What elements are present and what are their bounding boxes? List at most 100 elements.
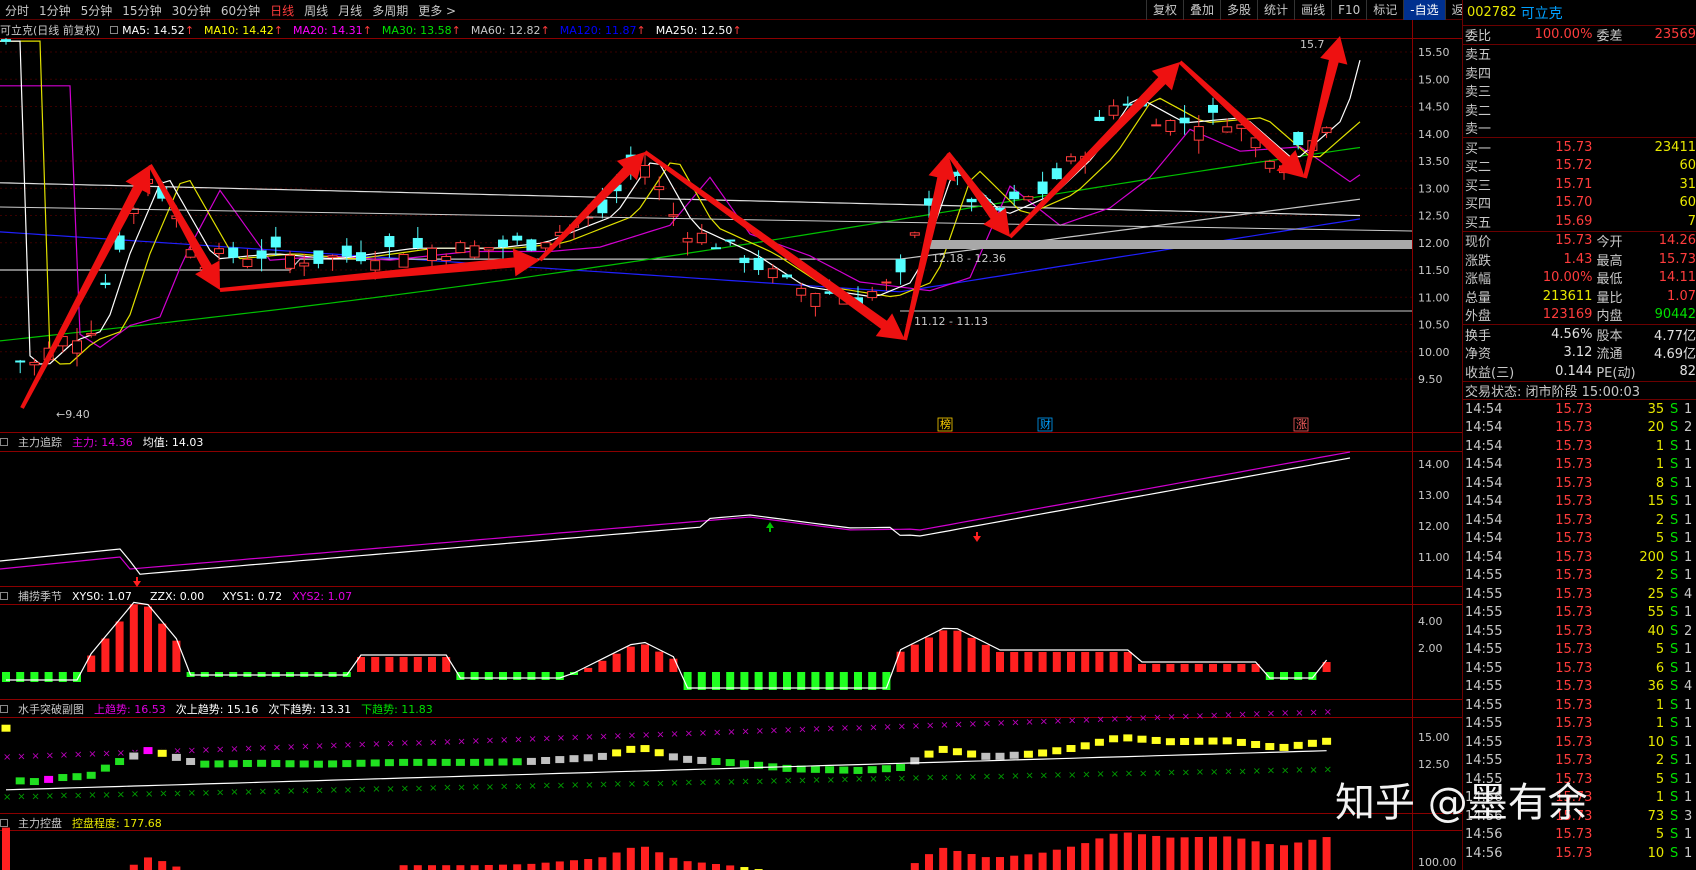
- xys-bar: [513, 672, 522, 680]
- trend-box: [241, 758, 253, 768]
- candle-body: [256, 250, 267, 259]
- control-bar: [612, 852, 621, 870]
- main-axis-label-2: 14.50: [1418, 101, 1450, 114]
- trade-status-text: 交易状态: 闭市阶段 15:00:03: [1465, 384, 1641, 400]
- lower-trend-mark: ×: [1295, 765, 1303, 776]
- trend-arrow: [538, 152, 645, 262]
- trend-box: [895, 763, 907, 773]
- control-bar: [626, 847, 635, 870]
- upper-trend-mark: ×: [1309, 707, 1317, 718]
- main-axis-label-6: 12.50: [1418, 210, 1450, 223]
- xys-bar: [811, 672, 820, 690]
- trend-box: [327, 759, 339, 769]
- tick-row: 14:54 15.73 15 S 1: [1465, 494, 1693, 510]
- panel5-axis-label-0: 100.00: [1418, 856, 1457, 869]
- candle-body: [739, 257, 750, 264]
- upper-trend-mark: ×: [1025, 717, 1033, 728]
- bid-level-0: 买一 15.73 23411: [1465, 139, 1696, 157]
- trend-box: [469, 757, 481, 767]
- main-axis-label-10: 10.50: [1418, 319, 1450, 332]
- control-bar: [158, 861, 167, 870]
- lower-trend-mark: ×: [756, 776, 764, 787]
- panel2-axis-label-1: 13.00: [1418, 489, 1450, 502]
- tick-row: 14:55 15.73 2 S 1: [1465, 753, 1693, 769]
- candle-body: [1, 39, 11, 42]
- upper-trend-mark: ×: [855, 723, 863, 734]
- low-price-label: ←9.40: [56, 408, 90, 421]
- upper-trend-mark: ×: [500, 735, 508, 746]
- candle-body: [384, 236, 395, 248]
- trend-box: [1250, 739, 1262, 749]
- control-bar: [967, 854, 976, 870]
- lower-trend-mark: ×: [216, 787, 224, 798]
- lower-trend-mark: ×: [983, 772, 991, 783]
- trend-box: [1235, 737, 1247, 747]
- xys-bar: [385, 657, 394, 672]
- panel2-legend: 主力追踪 主力: 14.36 均值: 14.03: [0, 433, 203, 451]
- upper-trend-mark: ×: [1068, 716, 1076, 727]
- upper-trend-mark: ×: [1210, 711, 1218, 722]
- trend-box: [511, 757, 523, 767]
- lower-trend-mark: ×: [940, 772, 948, 783]
- control-bar: [584, 859, 593, 870]
- bid-level-3: 买四 15.70 60: [1465, 195, 1696, 213]
- control-bar: [442, 865, 451, 870]
- candle-body: [1321, 127, 1332, 133]
- candle-body: [654, 186, 665, 191]
- control-bar: [996, 857, 1004, 870]
- upper-trend-mark: ×: [557, 733, 565, 744]
- order-diff-value: 23569: [1654, 27, 1696, 43]
- control-bar: [1038, 852, 1047, 870]
- control-bar: [513, 864, 522, 870]
- candle-body: [15, 360, 26, 363]
- panel2-main-label: 主力: 14.36: [72, 436, 133, 449]
- candle-body: [270, 236, 281, 248]
- candle-body: [1122, 103, 1133, 106]
- average-line: [0, 457, 1351, 575]
- settings-square-icon[interactable]: [0, 819, 8, 827]
- upper-trend-mark: ×: [898, 721, 906, 732]
- lower-trend-mark: ×: [557, 780, 565, 791]
- panel3-xys2: XYS2: 1.07: [292, 589, 353, 603]
- trend-box: [14, 776, 26, 786]
- trend-box: [0, 723, 12, 733]
- ask-level-1: 卖四: [1465, 66, 1492, 82]
- trend-box: [923, 749, 935, 759]
- main-axis-label-7: 12.00: [1418, 237, 1450, 250]
- settings-square-icon[interactable]: [0, 438, 8, 446]
- quote-row-1: 涨跌 1.43 最高 15.73: [1465, 251, 1696, 269]
- settings-square-icon[interactable]: [0, 705, 8, 713]
- lower-trend-mark: ×: [869, 774, 877, 785]
- settings-square-icon[interactable]: [0, 592, 8, 600]
- lower-trend-mark: ×: [173, 788, 181, 799]
- trend-box: [1321, 736, 1333, 746]
- xys-bar: [413, 657, 422, 672]
- candle-body: [483, 247, 494, 251]
- xys-bar: [499, 672, 507, 680]
- trade-status: 交易状态: 闭市阶段 15:00:03: [1463, 382, 1696, 400]
- xys-bar: [1280, 672, 1288, 680]
- xys-bar: [1052, 652, 1061, 672]
- upper-trend-mark: ×: [812, 724, 820, 735]
- candle-body: [1009, 191, 1020, 200]
- xys-bar: [1123, 652, 1132, 672]
- lower-trend-mark: ×: [230, 787, 238, 798]
- xys-bar: [996, 652, 1004, 672]
- xys-bar: [1038, 652, 1047, 672]
- upper-trend-mark: ×: [1324, 707, 1332, 718]
- xys-bar: [939, 630, 948, 672]
- control-bar: [428, 865, 436, 870]
- candle-body: [526, 239, 537, 251]
- trend-box: [156, 748, 168, 758]
- control-bar: [683, 861, 692, 870]
- lower-trend-mark: ×: [543, 781, 551, 792]
- signal-arrows: [133, 522, 981, 587]
- chart-area[interactable]: 15.50 15.00 14.50 14.00 13.50 13.00 12.50 12.00…: [0, 0, 1462, 870]
- trend-box: [1079, 741, 1091, 751]
- xys-bar: [144, 606, 152, 672]
- control-bar: [1109, 833, 1118, 870]
- lower-trend-mark: ×: [429, 783, 437, 794]
- candle-body: [512, 235, 523, 241]
- lower-trend-mark: ×: [685, 778, 693, 789]
- control-bar: [1237, 838, 1246, 870]
